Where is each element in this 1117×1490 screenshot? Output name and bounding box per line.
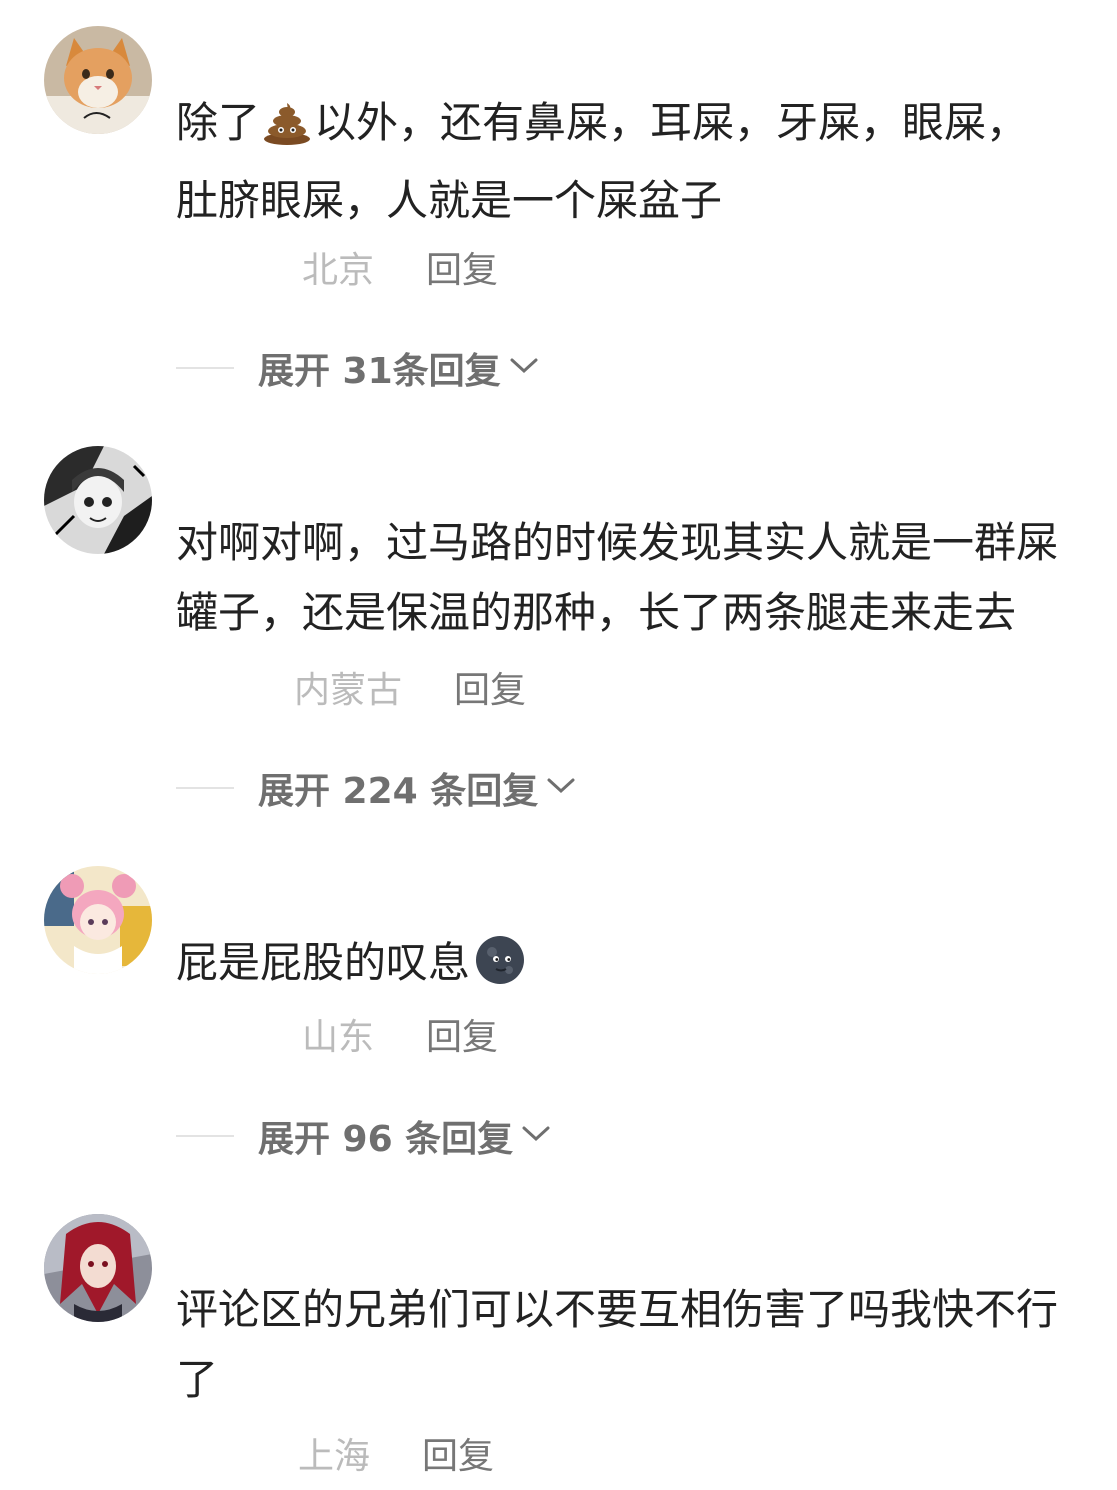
- red-hair-avatar[interactable]: [44, 1214, 152, 1322]
- anime-girl-avatar[interactable]: [44, 866, 152, 974]
- comment-meta: 内蒙古 回复: [294, 662, 526, 712]
- manga-avatar[interactable]: [44, 446, 152, 554]
- expand-replies-button[interactable]: 展开 96 条回复: [176, 1111, 551, 1161]
- comment-section: 除了 以外，还有鼻屎，耳屎，牙屎，眼屎， 肚脐眼屎，人就是一个屎盆子 北京 回复 …: [0, 0, 1117, 1490]
- divider-line: [176, 1135, 234, 1137]
- reply-button[interactable]: 回复: [422, 1427, 494, 1479]
- reply-button[interactable]: 回复: [454, 661, 526, 713]
- reply-button[interactable]: 回复: [426, 1008, 498, 1060]
- reply-button[interactable]: 回复: [426, 241, 498, 293]
- expand-label: 展开 96 条回复: [258, 1119, 514, 1160]
- comment-meta: 山东 回复: [302, 1009, 498, 1059]
- comment-text: 除了 以外，还有鼻屎，耳屎，牙屎，眼屎， 肚脐眼屎，人就是一个屎盆子: [176, 96, 1029, 225]
- poop-emoji: [262, 96, 312, 166]
- region-label: 北京: [302, 250, 375, 291]
- new-moon-face-emoji: [472, 935, 528, 1006]
- comment-text: 对啊对啊，过马路的时候发现其实人就是一群屎 罐子，还是保温的那种，长了两条腿走来…: [176, 518, 1059, 637]
- expand-replies-button[interactable]: 展开 224 条回复: [176, 763, 576, 813]
- divider-line: [176, 367, 234, 369]
- chevron-down-icon: [509, 356, 539, 380]
- comment-text: 评论区的兄弟们可以不要互相伤害了吗我快不行 了: [176, 1285, 1059, 1404]
- region-label: 山东: [302, 1017, 375, 1058]
- comment-text: 屁是屁股的叹息: [176, 928, 1106, 1006]
- comment-meta: 北京 回复: [302, 242, 498, 292]
- chevron-down-icon: [521, 1124, 551, 1148]
- region-label: 上海: [298, 1436, 371, 1477]
- chevron-down-icon: [546, 776, 576, 800]
- comment-meta: 上海 回复: [298, 1428, 494, 1478]
- cat-avatar[interactable]: [44, 26, 152, 134]
- expand-replies-button[interactable]: 展开 31条回复: [176, 343, 539, 393]
- region-label: 内蒙古: [294, 670, 403, 711]
- expand-label: 展开 31条回复: [258, 351, 501, 392]
- divider-line: [176, 787, 234, 789]
- expand-label: 展开 224 条回复: [258, 771, 539, 812]
